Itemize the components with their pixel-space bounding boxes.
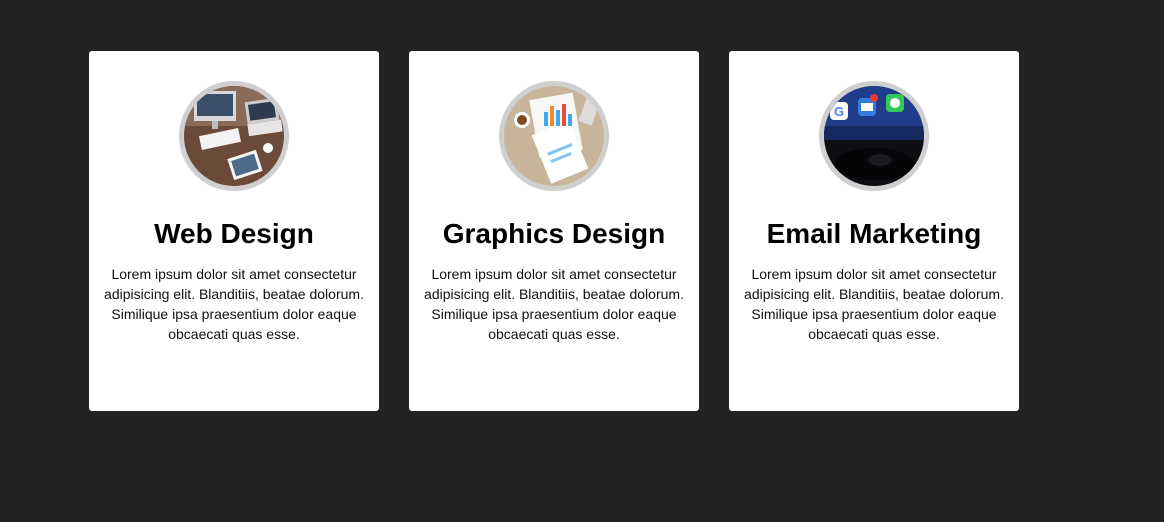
card-email-marketing: G Email Marketing Lorem ipsum dolor sit … [729,51,1019,411]
analytics-charts-photo [504,86,604,186]
card-title: Web Design [154,218,314,249]
card-title: Email Marketing [766,218,982,249]
card-description: Lorem ipsum dolor sit amet consectetur a… [424,266,684,342]
card-title: Graphics Design [442,218,666,249]
card-image-web-design [179,81,289,191]
card-image-graphics-design [499,81,609,191]
card-graphics-design: Graphics Design Lorem ipsum dolor sit am… [409,51,699,411]
workspace-desk-photo [184,86,284,186]
card-description: Lorem ipsum dolor sit amet consectetur a… [744,266,1004,342]
service-cards: Web Design Lorem ipsum dolor sit amet co… [89,51,1019,411]
smartphone-apps-photo: G [824,86,924,186]
card-description: Lorem ipsum dolor sit amet consectetur a… [104,266,364,342]
card-image-email-marketing: G [819,81,929,191]
card-web-design: Web Design Lorem ipsum dolor sit amet co… [89,51,379,411]
svg-text:G: G [834,104,844,119]
